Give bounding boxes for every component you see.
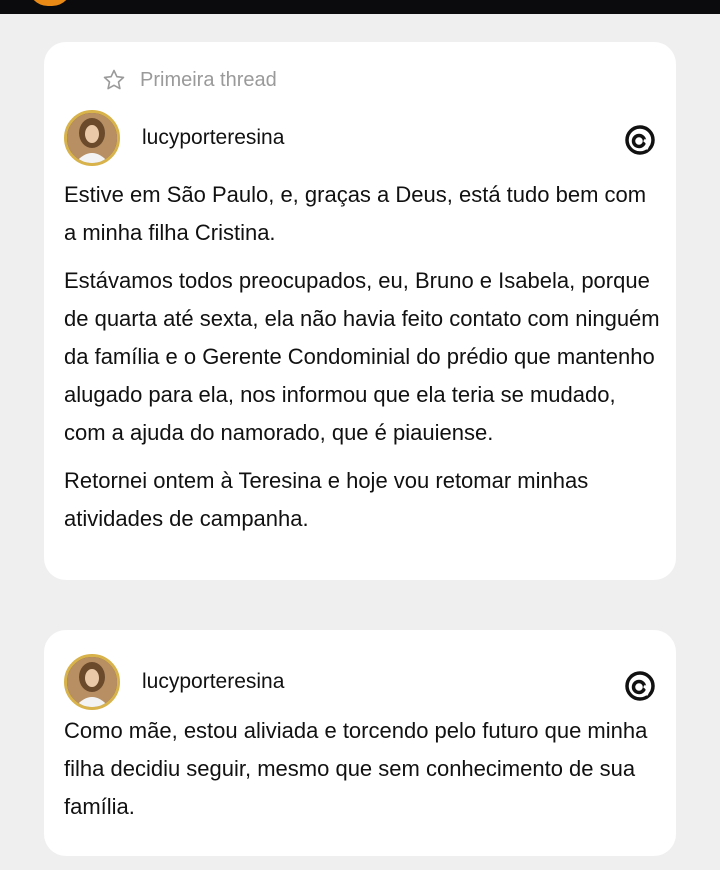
avatar[interactable] <box>64 654 120 710</box>
post-body: Como mãe, estou aliviada e torcendo pelo… <box>64 712 660 836</box>
threads-logo-icon[interactable] <box>622 122 658 158</box>
threads-logo-icon[interactable] <box>622 668 658 704</box>
username[interactable]: lucyporteresina <box>142 126 284 150</box>
post-paragraph: Retornei ontem à Teresina e hoje vou ret… <box>64 468 589 531</box>
post-body: Estive em São Paulo, e, graças a Deus, e… <box>64 176 660 548</box>
thread-label-text: Primeira thread <box>140 68 277 91</box>
post-paragraph: Estive em São Paulo, e, graças a Deus, e… <box>64 182 647 245</box>
thread-post-2: lucyporteresina Como mãe, estou aliviada… <box>44 630 676 856</box>
post-paragraph: Estávamos todos preocupados, eu, Bruno e… <box>64 268 660 445</box>
thread-label: Primeira thread <box>102 68 277 92</box>
thread-post-1: Primeira thread lucyporteresina Estive e… <box>44 42 676 580</box>
post-header: lucyporteresina <box>64 110 284 166</box>
username[interactable]: lucyporteresina <box>142 670 284 694</box>
avatar[interactable] <box>64 110 120 166</box>
post-header: lucyporteresina <box>64 654 284 710</box>
post-paragraph: Como mãe, estou aliviada e torcendo pelo… <box>64 718 648 819</box>
top-status-bar <box>0 0 720 14</box>
star-outline-icon <box>103 69 125 90</box>
orange-indicator <box>28 0 72 6</box>
